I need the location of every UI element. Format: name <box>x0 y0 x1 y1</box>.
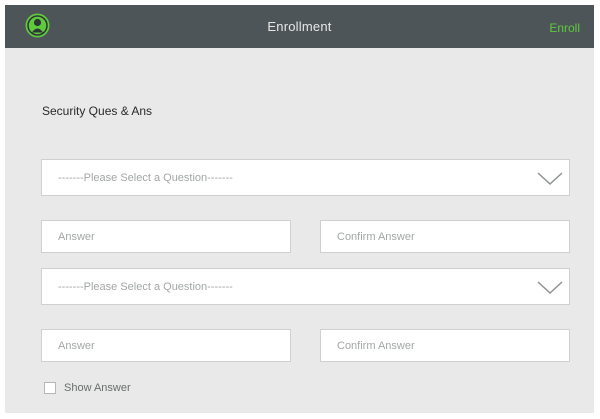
show-answer-checkbox[interactable] <box>44 382 56 394</box>
section-title: Security Ques & Ans <box>42 104 153 118</box>
question-2-answer-input[interactable] <box>41 329 291 362</box>
question-1-select[interactable]: -------Please Select a Question------- <box>41 159 570 196</box>
page-title: Enrollment <box>267 19 332 34</box>
question-2-confirm-answer-input[interactable] <box>320 329 570 362</box>
show-answer-label[interactable]: Show Answer <box>64 382 131 394</box>
question-2-select[interactable]: -------Please Select a Question------- <box>41 268 570 305</box>
question-1-answer-input[interactable] <box>41 220 291 253</box>
question-1-selected-value: -------Please Select a Question------- <box>58 172 233 184</box>
question-1-confirm-answer-input[interactable] <box>320 220 570 253</box>
enrollment-screen: Enrollment Enroll Security Ques & Ans --… <box>5 5 594 413</box>
question-2-selected-value: -------Please Select a Question------- <box>58 281 233 293</box>
enroll-button[interactable]: Enroll <box>549 21 580 35</box>
chevron-down-icon <box>537 172 563 186</box>
chevron-down-icon <box>537 281 563 295</box>
header-bar: Enrollment Enroll <box>5 5 594 48</box>
